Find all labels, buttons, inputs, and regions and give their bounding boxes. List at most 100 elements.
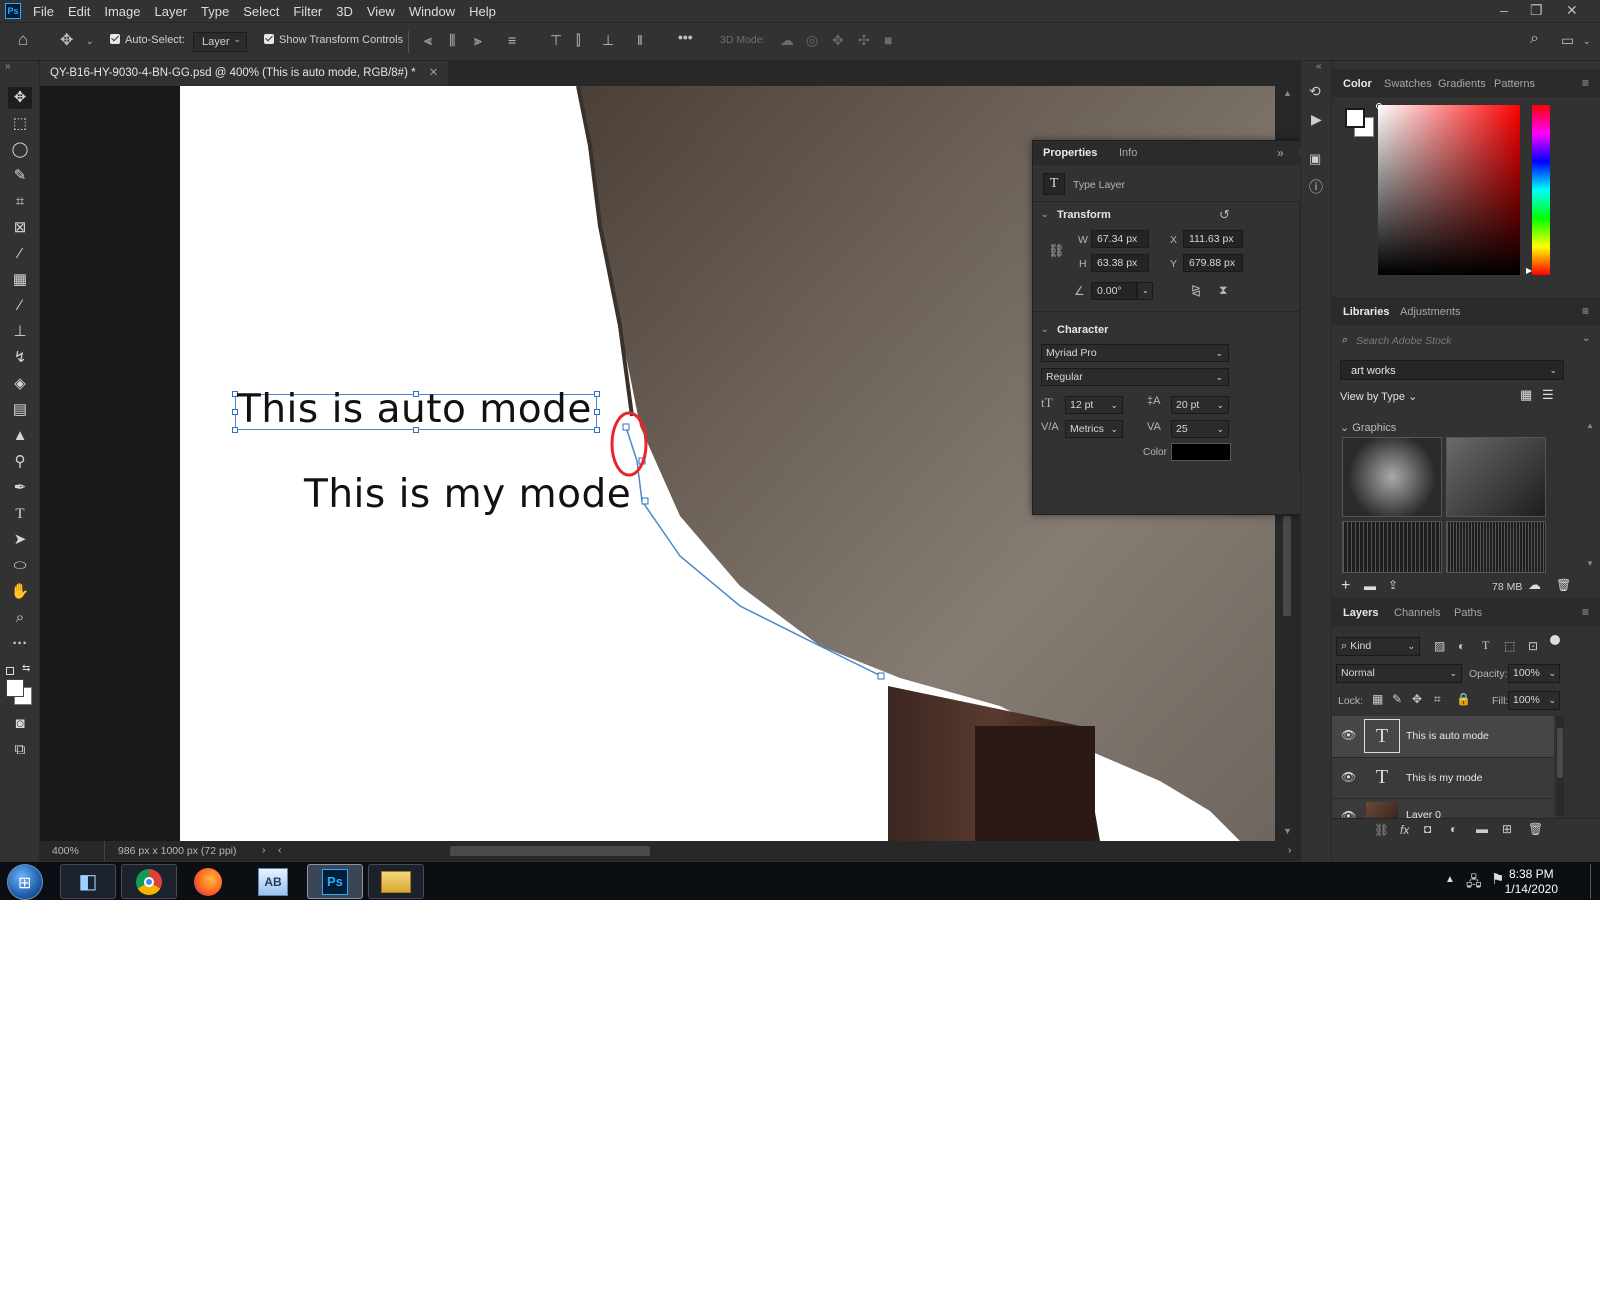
home-icon[interactable]: ⌂: [18, 30, 28, 50]
width-field[interactable]: 67.34 px: [1091, 230, 1149, 248]
eye-icon[interactable]: 👁: [1341, 809, 1356, 818]
taskbar-app-explorer[interactable]: [368, 864, 424, 899]
scroll-down-icon[interactable]: ▼: [1283, 826, 1292, 836]
search-icon[interactable]: ⌕: [1530, 30, 1539, 48]
delete-layer-icon[interactable]: 🗑: [1528, 822, 1543, 836]
tab-swatches[interactable]: Swatches: [1384, 78, 1432, 90]
gradient-tool-icon[interactable]: ▤: [8, 399, 32, 421]
layers-scrollbar[interactable]: [1556, 716, 1564, 816]
leading-dropdown[interactable]: 20 pt ⌄: [1171, 396, 1229, 414]
history-brush-tool-icon[interactable]: ↯: [8, 347, 32, 369]
chevron-down-icon[interactable]: ⌄: [1583, 36, 1591, 47]
panel-menu-icon[interactable]: ≡: [1582, 76, 1589, 90]
show-transform-checkbox[interactable]: Show Transform Controls: [264, 34, 403, 46]
move-tool-icon[interactable]: ✥: [8, 87, 32, 109]
quick-select-tool-icon[interactable]: ✎: [8, 165, 32, 187]
screen-mode-icon[interactable]: ⧉: [8, 739, 32, 761]
panel-menu-icon[interactable]: ≡: [1582, 304, 1589, 318]
folder-icon[interactable]: ▬: [1364, 579, 1376, 593]
menu-view[interactable]: View: [367, 4, 395, 19]
menu-select[interactable]: Select: [243, 4, 279, 19]
scrollbar-thumb[interactable]: [1557, 728, 1563, 778]
healing-tool-icon[interactable]: ▦: [8, 269, 32, 291]
tracking-dropdown[interactable]: 25 ⌄: [1171, 420, 1229, 438]
menu-file[interactable]: File: [33, 4, 54, 19]
chevron-down-icon[interactable]: ⌄: [1582, 333, 1590, 344]
color-picker-cursor[interactable]: [1376, 103, 1382, 109]
upload-icon[interactable]: ⇪: [1388, 578, 1398, 592]
tab-adjustments[interactable]: Adjustments: [1400, 306, 1461, 318]
opacity-field[interactable]: 100% ⌄: [1508, 664, 1560, 683]
filter-smart-object-icon[interactable]: ⊡: [1528, 639, 1538, 653]
marquee-tool-icon[interactable]: ⬚: [8, 113, 32, 135]
document-info[interactable]: 986 px x 1000 px (72 ppi): [118, 845, 237, 857]
history-icon[interactable]: ⟲: [1309, 83, 1321, 100]
minimize-icon[interactable]: –: [1500, 2, 1508, 18]
graphics-section[interactable]: ⌄ Graphics: [1340, 421, 1396, 434]
view-by-type-dropdown[interactable]: View by Type ⌄: [1340, 390, 1417, 403]
fx-icon[interactable]: fx: [1400, 823, 1409, 837]
layer-filter-dropdown[interactable]: ⌕ Kind ⌄: [1336, 637, 1420, 656]
reset-transform-icon[interactable]: ↺: [1219, 207, 1230, 223]
new-layer-icon[interactable]: ⊞: [1502, 822, 1512, 836]
menu-help[interactable]: Help: [469, 4, 496, 19]
tab-channels[interactable]: Channels: [1394, 607, 1440, 619]
zoom-tool-icon[interactable]: ⌕: [8, 607, 32, 629]
tray-expand-icon[interactable]: ▲: [1445, 874, 1455, 885]
library-graphic-thumbnail[interactable]: [1446, 521, 1546, 573]
new-group-icon[interactable]: ▬: [1476, 822, 1488, 836]
tab-gradients[interactable]: Gradients: [1438, 78, 1486, 90]
filter-type-icon[interactable]: T: [1482, 638, 1489, 653]
eye-icon[interactable]: 👁: [1341, 728, 1356, 742]
stock-search[interactable]: ⌕ Search Adobe Stock: [1340, 333, 1564, 351]
blend-mode-dropdown[interactable]: Normal ⌄: [1336, 664, 1462, 683]
font-app-icon[interactable]: AB: [258, 868, 288, 896]
layer-mask-icon[interactable]: ◘: [1424, 822, 1431, 836]
foreground-color-swatch[interactable]: [6, 679, 24, 697]
transform-section-title[interactable]: Transform: [1057, 209, 1111, 221]
collapse-icon[interactable]: »: [5, 61, 11, 72]
character-section-title[interactable]: Character: [1057, 324, 1108, 336]
flip-vertical-icon[interactable]: ⧗: [1219, 283, 1227, 298]
grid-view-icon[interactable]: ▦: [1520, 387, 1532, 403]
link-layers-icon[interactable]: ⛓: [1374, 823, 1389, 837]
default-colors-icon[interactable]: [6, 667, 14, 675]
filter-adjustment-icon[interactable]: ◐: [1458, 639, 1465, 653]
lock-transparent-icon[interactable]: ▦: [1372, 692, 1383, 706]
eraser-tool-icon[interactable]: ◈: [8, 373, 32, 395]
layer-name[interactable]: Layer 0: [1406, 809, 1441, 818]
eye-icon[interactable]: 👁: [1341, 770, 1356, 784]
swap-colors-icon[interactable]: ⇆: [22, 663, 30, 674]
filter-toggle[interactable]: [1550, 635, 1560, 645]
properties-icon[interactable]: ▣: [1309, 151, 1321, 167]
tab-color[interactable]: Color: [1343, 78, 1372, 90]
start-button[interactable]: ⊞: [7, 864, 43, 900]
library-select[interactable]: art works ⌄: [1340, 360, 1564, 380]
menu-image[interactable]: Image: [104, 4, 140, 19]
library-graphic-thumbnail[interactable]: [1446, 437, 1546, 517]
font-family-dropdown[interactable]: Myriad Pro ⌄: [1041, 344, 1229, 362]
restore-icon[interactable]: ❐: [1530, 2, 1543, 19]
scroll-right-icon[interactable]: ›: [1288, 844, 1292, 856]
clock[interactable]: 8:38 PM 1/14/2020: [1505, 867, 1558, 897]
auto-select-checkbox[interactable]: Auto-Select:: [110, 34, 185, 46]
edit-toolbar-icon[interactable]: ···: [8, 633, 32, 655]
crop-tool-icon[interactable]: ⌗: [8, 191, 32, 213]
scroll-down-icon[interactable]: ▼: [1586, 559, 1594, 568]
scrollbar-thumb[interactable]: [1283, 516, 1291, 616]
stamp-tool-icon[interactable]: ⊥: [8, 321, 32, 343]
height-field[interactable]: 63.38 px: [1091, 254, 1149, 272]
chevron-down-icon[interactable]: ⌄: [1041, 324, 1049, 335]
info-icon[interactable]: ⓘ: [1309, 177, 1323, 197]
transform-handle[interactable]: [594, 427, 600, 433]
adjustment-layer-icon[interactable]: ◐: [1450, 822, 1457, 836]
angle-field[interactable]: 0.00°: [1091, 282, 1137, 300]
chevron-down-icon[interactable]: ⌄: [1137, 282, 1153, 300]
eyedropper-tool-icon[interactable]: ⁄: [8, 243, 32, 265]
chevron-down-icon[interactable]: ⌄: [1041, 209, 1049, 220]
font-style-dropdown[interactable]: Regular ⌄: [1041, 368, 1229, 386]
tab-properties[interactable]: Properties: [1043, 147, 1097, 159]
y-field[interactable]: 679.88 px: [1183, 254, 1243, 272]
foreground-color-swatch[interactable]: [1345, 108, 1365, 128]
distribute-vertical-icon[interactable]: ‖: [637, 32, 643, 48]
